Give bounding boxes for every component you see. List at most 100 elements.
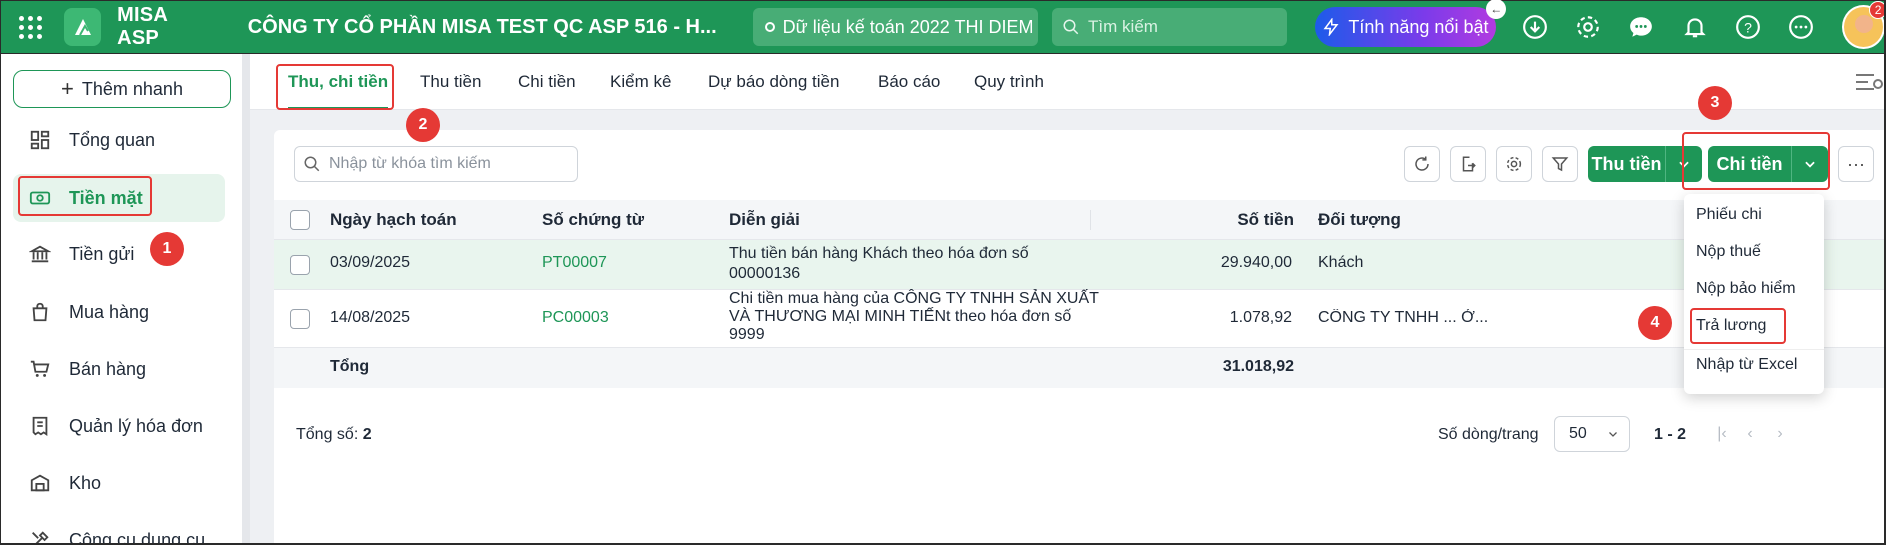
- global-search-input[interactable]: Tìm kiếm: [1052, 8, 1287, 46]
- sidebar-item-label: Bán hàng: [69, 358, 147, 379]
- tab-process[interactable]: Quy trình: [974, 54, 1044, 110]
- sidebar-item-cash[interactable]: Tiền mặt: [13, 174, 225, 222]
- help-icon[interactable]: ?: [1733, 12, 1762, 42]
- cash-list-panel: Nhập từ khóa tìm kiếm Thu tiền Chi tiền …: [274, 130, 1886, 545]
- download-icon[interactable]: [1520, 12, 1549, 42]
- sidebar-item-purchase[interactable]: Mua hàng: [13, 288, 225, 336]
- quick-add-button[interactable]: + Thêm nhanh: [13, 70, 231, 108]
- gear-icon[interactable]: [1574, 12, 1603, 42]
- menu-item-import-excel[interactable]: Nhập từ Excel: [1684, 349, 1824, 379]
- sidebar-item-invoice[interactable]: Quản lý hóa đơn: [13, 402, 225, 450]
- more-icon[interactable]: [1787, 12, 1816, 42]
- filter-icon: [1551, 157, 1569, 172]
- next-page-icon[interactable]: ›: [1770, 424, 1790, 444]
- quick-add-label: Thêm nhanh: [81, 78, 183, 99]
- sidebar-item-warehouse[interactable]: Kho: [13, 459, 225, 507]
- row-voucher-link[interactable]: PT00007: [542, 254, 607, 272]
- rows-per-page-select[interactable]: 50: [1554, 416, 1630, 452]
- pay-money-button-group: Chi tiền: [1708, 146, 1828, 182]
- sidebar-item-label: Quản lý hóa đơn: [69, 415, 203, 436]
- tab-receipts[interactable]: Thu tiền: [420, 54, 481, 110]
- menu-item-tax-payment[interactable]: Nộp thuế: [1684, 237, 1824, 267]
- step-marker-2: 2: [406, 108, 440, 142]
- column-header-amount[interactable]: Số tiền: [1094, 200, 1294, 240]
- row-date: 03/09/2025: [330, 254, 411, 271]
- settings-button[interactable]: [1496, 146, 1532, 182]
- featured-features-label: Tính năng nổi bật: [1348, 16, 1489, 37]
- step-marker-3: 3: [1698, 86, 1732, 120]
- filter-button[interactable]: [1542, 146, 1578, 182]
- sidebar-item-sales[interactable]: Bán hàng: [13, 345, 225, 393]
- total-amount: 31.018,92: [1222, 358, 1294, 375]
- receive-money-button[interactable]: Thu tiền: [1588, 146, 1666, 182]
- company-name[interactable]: CÔNG TY CỔ PHẦN MISA TEST QC ASP 516 - H…: [248, 16, 717, 39]
- row-date: 14/08/2025: [330, 309, 411, 326]
- total-count-label: Tổng số:: [296, 426, 359, 443]
- menu-item-salary-payment[interactable]: Trả lương: [1684, 311, 1824, 341]
- cash-icon: [27, 185, 53, 211]
- total-label: Tổng: [330, 358, 370, 375]
- keyword-search-input[interactable]: Nhập từ khóa tìm kiếm: [294, 146, 578, 182]
- global-search-placeholder: Tìm kiếm: [1088, 17, 1158, 36]
- avatar-face: [1855, 15, 1873, 33]
- menu-item-insurance-payment[interactable]: Nộp bảo hiểm: [1684, 274, 1824, 304]
- menu-item-payment-voucher[interactable]: Phiếu chi: [1684, 200, 1824, 230]
- collapse-arrow-icon[interactable]: ←: [1486, 0, 1507, 19]
- tab-settings-icon[interactable]: [1852, 70, 1886, 94]
- row-description-line: Chi tiền mua hàng của CÔNG TY TNHH SẢN X…: [729, 290, 1099, 307]
- previous-page-icon[interactable]: ‹: [1740, 424, 1760, 444]
- sidebar-scrollbar[interactable]: [242, 54, 250, 545]
- row-description: Chi tiền mua hàng của CÔNG TY TNHH SẢN X…: [729, 290, 1099, 344]
- lightning-icon: [1323, 18, 1339, 36]
- column-header-description[interactable]: Diễn giải: [729, 200, 800, 240]
- table-header: Ngày hạch toán Số chứng từ Diễn giải Số …: [274, 200, 1886, 240]
- column-header-party[interactable]: Đối tượng: [1318, 200, 1401, 240]
- top-bar: MISA ASP CÔNG TY CỔ PHẦN MISA TEST QC AS…: [0, 0, 1886, 54]
- tab-reports[interactable]: Báo cáo: [878, 54, 940, 110]
- page-range: 1 - 2: [1654, 426, 1687, 443]
- tab-payments[interactable]: Chi tiền: [518, 54, 576, 110]
- tab-cashflow-forecast[interactable]: Dự báo dòng tiền: [708, 54, 839, 110]
- row-description-line: 9999: [729, 326, 765, 343]
- refresh-button[interactable]: [1404, 146, 1440, 182]
- column-header-date[interactable]: Ngày hạch toán: [330, 200, 457, 240]
- pay-money-dropdown-menu: Phiếu chi Nộp thuế Nộp bảo hiểm Trả lươn…: [1684, 194, 1824, 394]
- status-dot-icon: [764, 22, 775, 32]
- row-description-line: Thu tiền bán hàng Khách theo hóa đơn số: [729, 245, 1029, 262]
- data-source-selector[interactable]: Dữ liệu kế toán 2022 THI DIEM: [752, 8, 1039, 46]
- total-count: Tổng số: 2: [296, 426, 372, 444]
- row-amount: 29.940,00: [1220, 254, 1292, 271]
- receive-money-button-group: Thu tiền: [1588, 146, 1702, 182]
- first-page-icon[interactable]: |‹: [1712, 424, 1732, 444]
- row-checkbox[interactable]: [290, 309, 310, 329]
- apps-grid-icon[interactable]: [11, 7, 50, 47]
- select-all-checkbox[interactable]: [290, 200, 310, 240]
- keyword-search-placeholder: Nhập từ khóa tìm kiếm: [329, 155, 491, 172]
- row-voucher-link[interactable]: PC00003: [542, 309, 609, 327]
- row-checkbox[interactable]: [290, 255, 310, 275]
- sidebar-item-label: Mua hàng: [69, 301, 150, 322]
- avatar[interactable]: 2: [1842, 1, 1886, 49]
- chat-icon[interactable]: [1627, 12, 1656, 42]
- pay-money-button[interactable]: Chi tiền: [1708, 146, 1792, 182]
- chevron-down-icon[interactable]: [1666, 146, 1702, 182]
- column-divider: [1090, 210, 1091, 230]
- tab-receipts-payments[interactable]: Thu, chi tiền: [288, 54, 389, 110]
- bell-icon[interactable]: [1680, 12, 1709, 42]
- sidebar-item-tools[interactable]: Công cụ dụng cụ: [13, 516, 225, 545]
- more-actions-button[interactable]: ···: [1838, 146, 1874, 182]
- svg-text:?: ?: [1744, 19, 1752, 35]
- misa-logo-icon[interactable]: [64, 8, 102, 46]
- chevron-down-icon[interactable]: [1792, 146, 1828, 182]
- table-row[interactable]: 03/09/2025 PT00007 Thu tiền bán hàng Khá…: [274, 240, 1886, 290]
- shopping-bag-icon: [27, 299, 53, 325]
- column-header-voucher[interactable]: Số chứng từ: [542, 200, 644, 240]
- sidebar-item-deposit[interactable]: Tiền gửi: [13, 230, 225, 278]
- gear-icon: [1506, 156, 1522, 172]
- featured-features-button[interactable]: Tính năng nổi bật ←: [1314, 0, 1507, 47]
- search-icon: [1063, 19, 1079, 35]
- tab-inventory-check[interactable]: Kiểm kê: [610, 54, 671, 110]
- sidebar-item-overview[interactable]: Tổng quan: [13, 116, 225, 164]
- tab-bar: Thu, chi tiền Thu tiền Chi tiền Kiểm kê …: [250, 54, 1886, 110]
- export-button[interactable]: [1450, 146, 1486, 182]
